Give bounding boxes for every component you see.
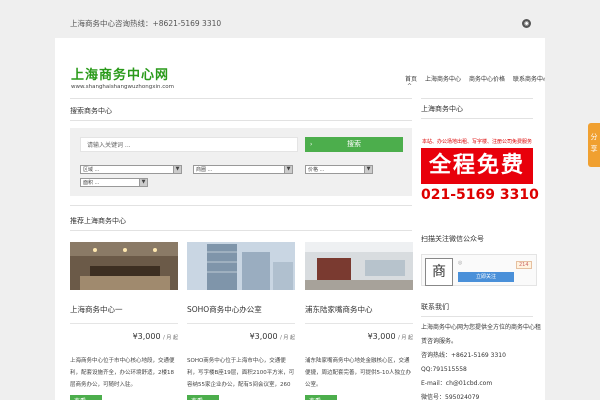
listing-desc: 浦东陆家嘴商务中心地处金融核心区，交通便捷，周边配套完善，可提供5-10人独立办…: [305, 358, 411, 388]
listing-card[interactable]: SOHO商务中心办公室 ¥3,000 / 月 起 SOHO商务中心位于上海市中心…: [187, 242, 295, 400]
price-select-value: 价格 ...: [308, 167, 325, 173]
view-more-button[interactable]: 查看: [187, 395, 219, 400]
contact-info: 上海商务中心网为您提供全方位的商务中心租赁咨询服务。 咨询热线：+8621-51…: [421, 321, 543, 400]
listing-card[interactable]: 上海商务中心一 ¥3,000 / 月 起 上海商务中心位于市中心核心地段，交通便…: [70, 242, 178, 400]
listing-photo[interactable]: [70, 242, 178, 290]
listing-price: ¥3,000 / 月 起: [187, 332, 295, 341]
area-select[interactable]: 商圈 ... ▼: [193, 165, 293, 174]
listing-desc: 上海商务中心位于市中心核心地段，交通便利，配套设施齐全，办公环境舒适，2楼18层…: [70, 358, 175, 388]
page-container: 上海商务中心网 www.shanghaishangwuzhongxin.com …: [55, 38, 545, 400]
listing-photo[interactable]: [305, 242, 413, 290]
rss-icon[interactable]: ◉: [522, 19, 531, 28]
divider: [421, 316, 533, 317]
logo-name-en: www.shanghaishangwuzhongxin.com: [71, 84, 174, 90]
divider: [421, 98, 533, 99]
ad-phone-text: 021-5169 3310: [421, 187, 539, 203]
divider: [70, 98, 412, 99]
nav-item-contact[interactable]: 联系商务中心: [513, 74, 545, 83]
keyword-input[interactable]: 请输入关键词 ...: [80, 137, 298, 152]
chevron-down-icon: ▼: [284, 166, 292, 173]
divider: [70, 120, 412, 121]
chevron-down-icon: ▼: [173, 166, 181, 173]
main-nav: 首页 上海商务中心 商务中心价格 联系商务中心: [405, 74, 545, 83]
wechat-section-title: 扫描关注微信公众号: [421, 235, 484, 243]
contact-qq: QQ:791515558: [421, 366, 467, 373]
divider: [421, 118, 533, 119]
view-more-button[interactable]: 查看: [70, 395, 102, 400]
size-select-value: 面积 ...: [83, 180, 100, 186]
listing-name[interactable]: 上海商务中心一: [70, 304, 178, 315]
hotline-text: 上海商务中心咨询热线：+8621-5169 3310: [70, 19, 222, 28]
recommend-section-title: 推荐上海商务中心: [70, 217, 126, 225]
listing-name[interactable]: SOHO商务中心办公室: [187, 304, 295, 315]
wechat-qr-image: 商: [425, 258, 453, 286]
search-panel: 请输入关键词 ... › 搜索 区域 ... ▼ 商圈 ... ▼ 价格 ... ▼ …: [70, 128, 412, 196]
listing-price: ¥3,000 / 月 起: [305, 332, 413, 341]
follow-button[interactable]: 立即关注: [458, 272, 514, 282]
listing-price-unit: / 月 起: [280, 335, 295, 341]
divider: [187, 323, 295, 324]
chevron-down-icon: ▼: [139, 179, 147, 186]
search-button-label: 搜索: [347, 140, 361, 148]
listing-price: ¥3,000 / 月 起: [70, 332, 178, 341]
listing-price-value: ¥3,000: [249, 332, 278, 341]
divider: [70, 205, 412, 206]
price-select[interactable]: 价格 ... ▼: [305, 165, 373, 174]
chevron-down-icon: ▼: [364, 166, 372, 173]
share-button[interactable]: 分享: [588, 123, 600, 167]
nav-item-centers[interactable]: 上海商务中心: [425, 74, 461, 83]
divider: [305, 323, 413, 324]
contact-wechat: 微信号：595024079: [421, 394, 480, 400]
share-label: 分享: [590, 133, 598, 153]
listing-name[interactable]: 浦东陆家嘴商务中心: [305, 304, 413, 315]
district-select-value: 区域 ...: [83, 167, 100, 173]
chevron-right-icon: ›: [310, 141, 313, 148]
nav-item-home[interactable]: 首页: [405, 74, 417, 83]
search-section-title: 搜索商务中心: [70, 107, 112, 115]
listing-price-unit: / 月 起: [163, 335, 178, 341]
site-logo[interactable]: 上海商务中心网 www.shanghaishangwuzhongxin.com: [71, 64, 174, 90]
logo-name-cn: 上海商务中心网: [71, 68, 170, 83]
divider: [70, 323, 178, 324]
view-more-button[interactable]: 查看: [305, 395, 337, 400]
district-select[interactable]: 区域 ... ▼: [80, 165, 182, 174]
listing-price-value: ¥3,000: [132, 332, 161, 341]
listing-card[interactable]: 浦东陆家嘴商务中心 ¥3,000 / 月 起 浦东陆家嘴商务中心地处金融核心区，…: [305, 242, 413, 400]
listing-photo[interactable]: [187, 242, 295, 290]
listing-price-value: ¥3,000: [367, 332, 396, 341]
follower-count: 214: [516, 261, 532, 269]
ad-section-title: 上海商务中心: [421, 105, 463, 113]
listing-price-unit: / 月 起: [398, 335, 413, 341]
listing-desc: SOHO商务中心位于上海市中心，交通便利，写字楼B座19层，面积2100平方米，…: [187, 358, 295, 388]
free-service-ad[interactable]: 本站、办公场地出租、写字楼、注册公司免费服务 全程免费 021-5169 331…: [421, 138, 539, 214]
contact-intro: 上海商务中心网为您提供全方位的商务中心租赁咨询服务。: [421, 324, 542, 345]
nav-active-caret-icon: ^: [407, 83, 413, 90]
contact-phone: 咨询热线：+8621-5169 3310: [421, 352, 506, 359]
contact-section-title: 联系我们: [421, 303, 449, 311]
divider: [70, 230, 412, 231]
wechat-widget: 商 ◎ 立即关注 214: [421, 254, 537, 286]
size-select[interactable]: 面积 ... ▼: [80, 178, 148, 187]
ad-main-text: 全程免费: [421, 148, 533, 184]
nav-item-prices[interactable]: 商务中心价格: [469, 74, 505, 83]
wechat-account-icon: ◎: [458, 260, 463, 266]
search-button[interactable]: › 搜索: [305, 137, 403, 152]
follow-button-label: 立即关注: [475, 274, 496, 280]
area-select-value: 商圈 ...: [196, 167, 213, 173]
ad-top-text: 本站、办公场地出租、写字楼、注册公司免费服务: [421, 139, 532, 145]
top-bar: 上海商务中心咨询热线：+8621-5169 3310 ◉: [0, 0, 600, 38]
contact-email[interactable]: E-mail：ch@01cbd.com: [421, 377, 543, 391]
